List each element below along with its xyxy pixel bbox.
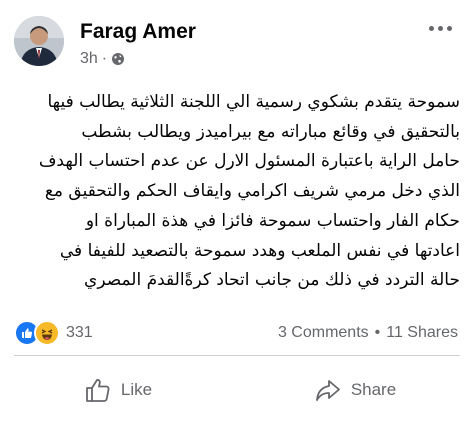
avatar[interactable] xyxy=(14,16,64,66)
thumbs-up-icon xyxy=(85,377,111,403)
globe-icon[interactable] xyxy=(111,52,125,66)
post-text: سموحة يتقدم بشكوي رسمية الي اللجنة الثلا… xyxy=(38,92,460,291)
divider xyxy=(14,355,460,356)
shares-count[interactable]: 11 Shares xyxy=(386,324,458,342)
post-header: Farag Amer 3h · xyxy=(0,0,474,80)
like-button[interactable]: Like xyxy=(0,362,237,417)
share-button[interactable]: Share xyxy=(237,362,474,417)
like-label: Like xyxy=(120,379,153,399)
post-time[interactable]: 3h xyxy=(80,50,98,68)
meta-separator: · xyxy=(101,50,108,67)
share-arrow-icon xyxy=(315,377,341,403)
comments-count[interactable]: 3 Comments xyxy=(278,324,369,342)
action-bar: Like Share xyxy=(0,362,474,417)
post-stats: 331 3 Comments • 11 Shares xyxy=(0,318,474,348)
author-name[interactable]: Farag Amer xyxy=(80,20,196,44)
stats-dot: • xyxy=(374,324,381,341)
more-options-icon[interactable] xyxy=(429,26,452,31)
reaction-count: 331 xyxy=(66,324,93,341)
reactions-summary[interactable]: 331 xyxy=(14,320,93,346)
share-label: Share xyxy=(350,379,397,399)
engagement-counts: 3 Comments • 11 Shares xyxy=(278,324,458,342)
post-meta: 3h · xyxy=(80,50,125,68)
laugh-icon xyxy=(34,320,60,346)
